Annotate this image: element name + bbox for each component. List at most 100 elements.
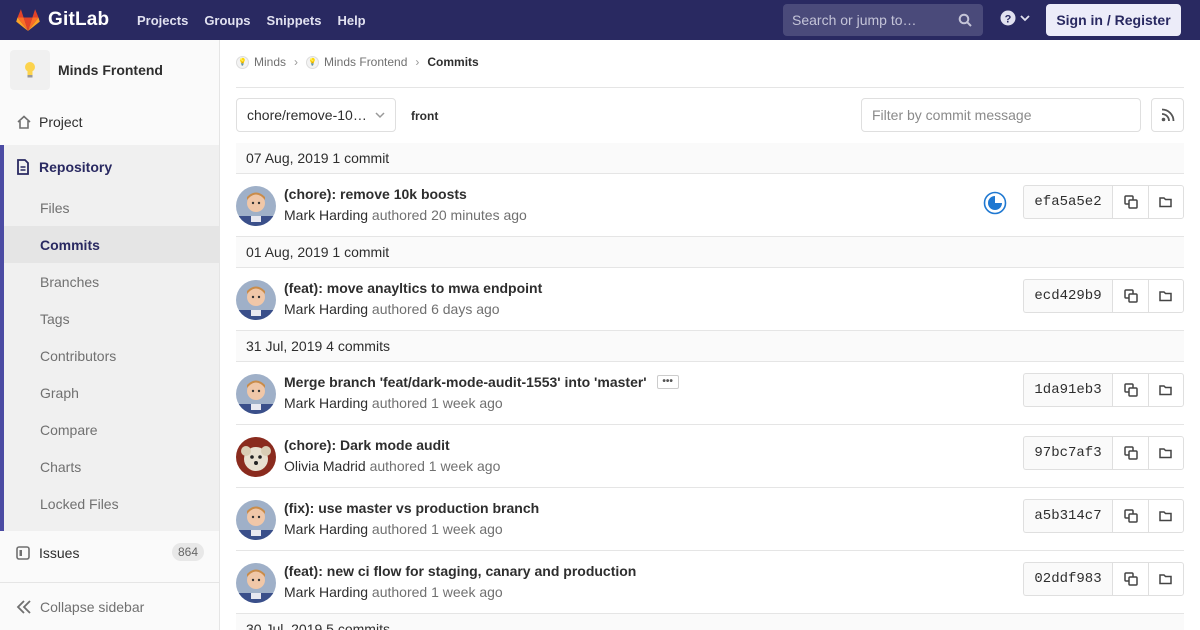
sidebar-item-repository[interactable]: Repository [4, 145, 219, 189]
breadcrumb-group-label: Minds [254, 55, 287, 69]
sidebar-item-compare[interactable]: Compare [4, 411, 219, 448]
avatar[interactable] [236, 280, 276, 320]
sign-in-button[interactable]: Sign in / Register [1046, 4, 1181, 36]
commit-sha[interactable]: efa5a5e2 [1023, 185, 1112, 219]
copy-sha-button[interactable] [1112, 499, 1148, 533]
commit-time: 1 week ago [431, 584, 503, 600]
expand-message-button[interactable]: ••• [656, 375, 679, 389]
authored-label: authored [371, 521, 428, 537]
commit-sha[interactable]: a5b314c7 [1023, 499, 1112, 533]
avatar[interactable] [236, 186, 276, 226]
sidebar-item-contributors[interactable]: Contributors [4, 337, 219, 374]
svg-text:?: ? [1005, 14, 1012, 26]
collapse-label: Collapse sidebar [40, 598, 145, 615]
sidebar-item-label: Project [39, 114, 83, 130]
commit-sha-group: a5b314c7 [1023, 499, 1184, 533]
breadcrumb-group[interactable]: 💡 Minds [236, 55, 286, 69]
commit-sha[interactable]: 1da91eb3 [1023, 373, 1112, 407]
copy-icon [1123, 509, 1138, 523]
commit-time: 6 days ago [431, 301, 500, 317]
avatar[interactable] [236, 563, 276, 603]
gitlab-logo-icon [16, 9, 40, 31]
collapse-sidebar-button[interactable]: Collapse sidebar [0, 582, 219, 630]
commit-author[interactable]: Olivia Madrid [284, 458, 366, 474]
copy-icon [1123, 195, 1138, 209]
day-header: 07 Aug, 2019 1 commit [236, 143, 1184, 174]
commit-author[interactable]: Mark Harding [284, 301, 368, 317]
commit-row: (feat): new ci flow for staging, canary … [236, 551, 1184, 614]
document-icon [16, 159, 32, 175]
breadcrumb-project[interactable]: 💡 Minds Frontend [306, 55, 407, 69]
help-dropdown[interactable]: ? [1000, 10, 1030, 26]
commit-title[interactable]: (feat): move anayltics to mwa endpoint [284, 280, 542, 296]
brand-name: GitLab [48, 9, 110, 30]
folder-open-icon [1159, 291, 1172, 302]
browse-files-button[interactable] [1148, 279, 1184, 313]
commit-sha[interactable]: 02ddf983 [1023, 562, 1112, 596]
authored-label: authored [369, 458, 425, 474]
breadcrumb-project-label: Minds Frontend [324, 55, 408, 69]
sidebar-item-tags[interactable]: Tags [4, 300, 219, 337]
commit-title-wrap: Merge branch 'feat/dark-mode-audit-1553'… [284, 374, 679, 390]
copy-sha-button[interactable] [1112, 562, 1148, 596]
browse-files-button[interactable] [1148, 499, 1184, 533]
sidebar-item-locked-files[interactable]: Locked Files [4, 485, 219, 522]
sidebar-item-commits[interactable]: Commits [4, 226, 219, 263]
commit-filter-input[interactable] [861, 98, 1141, 132]
branch-dropdown[interactable]: chore/remove-10… [236, 98, 396, 132]
commit-time: 1 week ago [428, 458, 501, 474]
commit-meta: Olivia Madrid authored 1 week ago [284, 458, 500, 474]
nav-projects[interactable]: Projects [129, 13, 196, 28]
commit-title-wrap: (chore): Dark mode audit [284, 437, 450, 453]
commit-author[interactable]: Mark Harding [284, 207, 368, 223]
commit-title[interactable]: (feat): new ci flow for staging, canary … [284, 563, 636, 579]
commit-sha-group: efa5a5e2 [1023, 185, 1184, 219]
nav-groups[interactable]: Groups [196, 13, 258, 28]
commit-title[interactable]: (chore): remove 10k boosts [284, 186, 467, 202]
copy-sha-button[interactable] [1112, 373, 1148, 407]
sidebar-item-project[interactable]: Project [0, 101, 219, 143]
commit-author[interactable]: Mark Harding [284, 584, 368, 600]
pipeline-running-icon[interactable] [983, 191, 1007, 215]
copy-sha-button[interactable] [1112, 436, 1148, 470]
repository-section: Repository Files Commits Branches Tags C… [0, 145, 219, 531]
group-avatar-icon: 💡 [236, 55, 249, 69]
sidebar-item-branches[interactable]: Branches [4, 263, 219, 300]
copy-sha-button[interactable] [1112, 279, 1148, 313]
sidebar-project-header[interactable]: Minds Frontend [0, 40, 219, 100]
sidebar-item-charts[interactable]: Charts [4, 448, 219, 485]
commit-author[interactable]: Mark Harding [284, 521, 368, 537]
authored-label: authored [371, 395, 428, 411]
nav-help[interactable]: Help [329, 13, 373, 28]
copy-icon [1123, 572, 1138, 586]
commit-row: (chore): Dark mode audit Olivia Madrid au… [236, 425, 1184, 488]
commit-author[interactable]: Mark Harding [284, 395, 368, 411]
issues-icon [16, 546, 32, 560]
issues-count-badge: 864 [171, 543, 204, 561]
gitlab-brand[interactable]: GitLab [16, 9, 116, 31]
commit-sha[interactable]: ecd429b9 [1023, 279, 1112, 313]
copy-sha-button[interactable] [1112, 185, 1148, 219]
sidebar-item-files[interactable]: Files [4, 189, 219, 226]
sidebar-item-graph[interactable]: Graph [4, 374, 219, 411]
commit-title[interactable]: (chore): Dark mode audit [284, 437, 450, 453]
avatar[interactable] [236, 374, 276, 414]
browse-files-button[interactable] [1148, 562, 1184, 596]
copy-icon [1123, 446, 1138, 460]
browse-files-button[interactable] [1148, 185, 1184, 219]
browse-files-button[interactable] [1148, 373, 1184, 407]
path-label[interactable]: front [411, 109, 438, 123]
browse-files-button[interactable] [1148, 436, 1184, 470]
breadcrumb-current[interactable]: Commits [427, 55, 478, 69]
commit-title[interactable]: (fix): use master vs production branch [284, 500, 539, 516]
avatar[interactable] [236, 500, 276, 540]
commit-title[interactable]: Merge branch 'feat/dark-mode-audit-1553'… [284, 374, 647, 390]
nav-snippets[interactable]: Snippets [259, 13, 330, 28]
commit-sha[interactable]: 97bc7af3 [1023, 436, 1112, 470]
rss-button[interactable] [1151, 98, 1184, 132]
sidebar-item-issues[interactable]: Issues 864 [0, 532, 219, 574]
commit-sha-group: 02ddf983 [1023, 562, 1184, 596]
day-header: 30 Jul, 2019 5 commits [236, 614, 1184, 630]
search-input[interactable] [792, 12, 952, 28]
avatar[interactable] [236, 437, 276, 477]
